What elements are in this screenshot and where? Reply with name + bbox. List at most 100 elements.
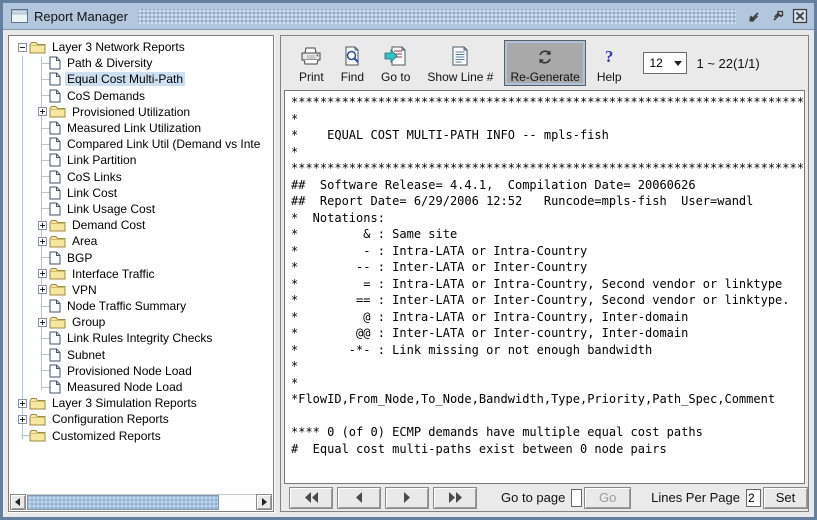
tree-item-label: Interface Traffic [70, 267, 156, 281]
tree-horizontal-scrollbar[interactable] [10, 494, 272, 510]
set-button[interactable]: Set [763, 487, 808, 509]
tree-item-label: Layer 3 Network Reports [50, 40, 187, 54]
first-page-button[interactable] [289, 487, 333, 509]
print-button[interactable]: Print [293, 40, 330, 86]
pager-bar: Go to page Go Lines Per Page Set [281, 484, 808, 511]
tree-item-provisioned-node-load[interactable]: Provisioned Node Load [9, 363, 272, 379]
expand-toggle[interactable] [35, 282, 49, 298]
folder-icon [49, 219, 66, 232]
tree-item-label: Equal Cost Multi-Path [65, 72, 185, 86]
tree-item-group[interactable]: Group [9, 314, 272, 330]
expand-toggle[interactable] [35, 104, 49, 120]
tree-item-compared-link-util-demand-vs-inte[interactable]: Compared Link Util (Demand vs Inte [9, 136, 272, 152]
tree-item-measured-node-load[interactable]: Measured Node Load [9, 379, 272, 395]
next-page-button[interactable] [385, 487, 429, 509]
tree-item-link-rules-integrity-checks[interactable]: Link Rules Integrity Checks [9, 330, 272, 346]
expand-toggle[interactable] [35, 233, 49, 249]
scrollbar-track[interactable] [26, 494, 256, 510]
expand-toggle-icon [38, 107, 47, 116]
document-icon [49, 89, 61, 103]
regenerate-button[interactable]: Re-Generate [504, 40, 585, 86]
expand-toggle-icon [18, 399, 27, 408]
document-icon [49, 153, 61, 167]
window-icon [11, 9, 28, 23]
tree-connector [35, 120, 49, 136]
expand-toggle[interactable] [15, 395, 29, 411]
expand-toggle-icon [38, 269, 47, 278]
title-bar[interactable]: Report Manager [3, 3, 814, 30]
document-icon [49, 137, 61, 151]
report-content-area[interactable]: ****************************************… [284, 90, 805, 484]
tree-item-measured-link-utilization[interactable]: Measured Link Utilization [9, 120, 272, 136]
tree-item-provisioned-utilization[interactable]: Provisioned Utilization [9, 104, 272, 120]
tree-connector [15, 428, 29, 444]
tree-item-area[interactable]: Area [9, 233, 272, 249]
help-button[interactable]: ? Help [591, 40, 628, 86]
tree-item-label: Demand Cost [70, 218, 147, 232]
chevron-down-icon [671, 61, 686, 66]
tree-connector [35, 55, 49, 71]
tree-item-link-cost[interactable]: Link Cost [9, 185, 272, 201]
tree-item-equal-cost-multi-path[interactable]: Equal Cost Multi-Path [9, 71, 272, 87]
last-page-button[interactable] [433, 487, 477, 509]
print-label: Print [299, 70, 324, 84]
find-button[interactable]: Find [335, 40, 370, 86]
regenerate-label: Re-Generate [510, 70, 579, 84]
minimize-button[interactable] [746, 8, 762, 24]
show-line-number-icon [449, 43, 471, 67]
previous-page-button[interactable] [337, 487, 381, 509]
tree-item-path-diversity[interactable]: Path & Diversity [9, 55, 272, 71]
scrollbar-thumb[interactable] [27, 495, 219, 510]
tree-item-bgp[interactable]: BGP [9, 249, 272, 265]
goto-button[interactable]: Go to [375, 40, 416, 86]
minimize-icon [747, 9, 762, 24]
maximize-button[interactable] [769, 8, 785, 24]
document-icon [49, 56, 61, 70]
tree-item-label: Link Usage Cost [65, 202, 157, 216]
tree-item-node-traffic-summary[interactable]: Node Traffic Summary [9, 298, 272, 314]
expand-toggle[interactable] [15, 411, 29, 427]
tree-item-interface-traffic[interactable]: Interface Traffic [9, 266, 272, 282]
lines-per-page-input[interactable] [746, 489, 761, 507]
tree-item-configuration-reports[interactable]: Configuration Reports [9, 411, 272, 427]
window-title: Report Manager [34, 9, 128, 24]
tree-item-label: Layer 3 Simulation Reports [50, 396, 199, 410]
tree-item-cos-demands[interactable]: CoS Demands [9, 88, 272, 104]
tree-item-label: VPN [70, 283, 99, 297]
tree-item-layer-3-simulation-reports[interactable]: Layer 3 Simulation Reports [9, 395, 272, 411]
tree-connector [35, 298, 49, 314]
document-icon [49, 202, 61, 216]
scroll-left-button[interactable] [10, 494, 26, 510]
help-label: Help [597, 70, 622, 84]
tree-item-customized-reports[interactable]: Customized Reports [9, 428, 272, 444]
folder-icon [49, 316, 66, 329]
tree-item-subnet[interactable]: Subnet [9, 347, 272, 363]
first-page-icon [304, 492, 319, 503]
goto-page-input[interactable] [571, 489, 582, 507]
tree-item-vpn[interactable]: VPN [9, 282, 272, 298]
expand-toggle[interactable] [35, 266, 49, 282]
expand-toggle[interactable] [35, 217, 49, 233]
go-button[interactable]: Go [584, 487, 631, 509]
folder-icon [49, 235, 66, 248]
tree-item-cos-links[interactable]: CoS Links [9, 169, 272, 185]
show-line-number-button[interactable]: Show Line # [421, 40, 499, 86]
expand-toggle-icon [38, 221, 47, 230]
tree-item-layer-3-network-reports[interactable]: Layer 3 Network Reports [9, 39, 272, 55]
page-size-dropdown[interactable]: 12 [643, 52, 687, 74]
collapse-toggle[interactable] [15, 39, 29, 55]
report-manager-window: Report Manager [0, 0, 817, 520]
expand-toggle[interactable] [35, 314, 49, 330]
tree-item-label: BGP [65, 251, 94, 265]
tree-item-demand-cost[interactable]: Demand Cost [9, 217, 272, 233]
tree-item-link-usage-cost[interactable]: Link Usage Cost [9, 201, 272, 217]
tree-item-label: Measured Link Utilization [65, 121, 203, 135]
close-button[interactable] [792, 8, 808, 24]
tree-item-label: CoS Demands [65, 89, 147, 103]
scroll-right-button[interactable] [256, 494, 272, 510]
goto-label: Go to [381, 70, 410, 84]
tree-item-label: Customized Reports [50, 429, 163, 443]
tree-item-label: Area [70, 234, 99, 248]
tree-item-link-partition[interactable]: Link Partition [9, 152, 272, 168]
folder-icon [49, 267, 66, 280]
